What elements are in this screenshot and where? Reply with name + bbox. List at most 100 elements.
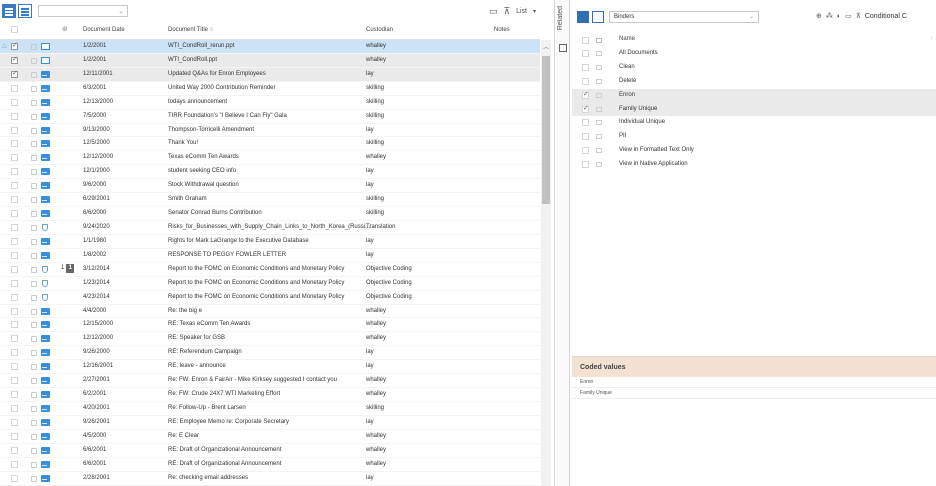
binders-edit-button[interactable]: [592, 11, 604, 23]
list-view-button[interactable]: [2, 4, 16, 18]
row-checkbox[interactable]: [11, 182, 18, 190]
row-checkbox[interactable]: [11, 210, 18, 218]
table-row[interactable]: 2/27/2001 Re: FW: Enron & FairAir - Mike …: [0, 374, 540, 389]
column-notes[interactable]: Notes: [494, 27, 510, 33]
binder-checkbox[interactable]: [582, 77, 589, 85]
row-checkbox[interactable]: [11, 404, 18, 412]
binder-checkbox[interactable]: [582, 63, 589, 71]
list-mode-label[interactable]: List: [516, 8, 527, 15]
row-checkbox[interactable]: [11, 41, 18, 50]
binder-checkbox[interactable]: [582, 161, 589, 169]
table-row[interactable]: 1/23/2014 Report to the FOMC on Economic …: [0, 277, 540, 291]
row-checkbox[interactable]: [11, 154, 18, 162]
related-label[interactable]: Related: [557, 6, 564, 30]
table-row[interactable]: 1/1/1980 Rights for Mark LaGrange to the …: [0, 235, 540, 249]
binder-item[interactable]: Enron: [572, 88, 936, 103]
table-row[interactable]: 6/6/2000 Senator Conrad Burns Contributio…: [0, 207, 540, 221]
binder-checkbox[interactable]: [582, 50, 589, 57]
table-row[interactable]: 2/28/2001 Re: checking email addresses lay: [0, 472, 540, 486]
binders-view-button[interactable]: [577, 11, 589, 23]
table-row[interactable]: 1/2/2001 WTI_CondRoll.ppt whalley: [0, 53, 540, 68]
table-row[interactable]: 9/24/2020 Risks_for_Businesses_with_Suppl…: [0, 221, 540, 235]
binder-item[interactable]: All Documents: [572, 47, 936, 61]
row-checkbox[interactable]: [11, 432, 18, 440]
table-row[interactable]: 6/2/2001 Re: FW: Crude 24X7 WTI Marketing…: [0, 388, 540, 402]
row-checkbox[interactable]: [11, 293, 18, 301]
table-row[interactable]: 1 1 3/12/2014 Report to the FOMC on Economi…: [0, 263, 540, 277]
binder-checkbox[interactable]: [582, 133, 589, 141]
row-checkbox[interactable]: [11, 279, 18, 287]
select-all-checkbox[interactable]: [11, 26, 18, 33]
row-checkbox[interactable]: [11, 335, 18, 343]
binder-item[interactable]: Individual Unique: [572, 116, 936, 130]
row-checkbox[interactable]: [11, 321, 18, 329]
binder-item[interactable]: View in Native Application: [572, 158, 936, 172]
binders-name-header[interactable]: Name: [619, 36, 635, 42]
row-checkbox[interactable]: [11, 251, 18, 259]
table-row[interactable]: 12/13/2000 todays announcement skilling: [0, 96, 540, 110]
column-document-date[interactable]: Document Date: [83, 27, 125, 33]
binders-select-all[interactable]: [582, 37, 589, 44]
expand-icon[interactable]: △: [2, 42, 7, 49]
binder-item[interactable]: PII: [572, 130, 936, 144]
table-row[interactable]: 9/26/2000 RE: Referendum Campaign lay: [0, 346, 540, 361]
row-checkbox[interactable]: [11, 265, 18, 273]
table-row[interactable]: 12/16/2001 RE: leave - announce lay: [0, 360, 540, 375]
row-checkbox[interactable]: [11, 69, 18, 78]
column-document-title[interactable]: Document Title ≡: [168, 27, 213, 33]
table-row[interactable]: 12/12/2000 RE: Speaker for GSB whalley: [0, 332, 540, 347]
code-icon[interactable]: ⁂: [826, 12, 833, 20]
table-row[interactable]: 1/8/2002 RESPONSE TO PEGGY FOWLER LETTER l…: [0, 249, 540, 263]
conditional-icon[interactable]: ◐: [837, 13, 841, 20]
table-row[interactable]: 12/11/2001 Updated Q&As for Enron Employe…: [0, 67, 540, 82]
row-checkbox[interactable]: [11, 126, 18, 134]
row-checkbox[interactable]: [11, 55, 18, 64]
table-row[interactable]: 12/15/2000 RE: Texas eComm Ten Awards whal…: [0, 318, 540, 333]
pin-icon[interactable]: ⊼: [856, 12, 861, 20]
row-checkbox[interactable]: [11, 363, 18, 371]
saved-search-dropdown[interactable]: ⌄: [38, 5, 128, 17]
table-row[interactable]: 9/6/2000 Stock Withdrawal question lay: [0, 179, 540, 194]
table-row[interactable]: 12/1/2000 student seeking CEO info lay: [0, 165, 540, 180]
binder-item[interactable]: Clean: [572, 61, 936, 75]
scrollbar-thumb[interactable]: [542, 56, 550, 204]
row-checkbox[interactable]: [11, 418, 18, 426]
binders-dropdown[interactable]: Binders ⌄: [609, 11, 759, 23]
layout-icon[interactable]: ▭: [845, 12, 852, 20]
binder-item[interactable]: Delete: [572, 75, 936, 89]
row-checkbox[interactable]: [11, 196, 18, 204]
table-row[interactable]: △ 1/2/2001 WTI_CondRoll_rerun.ppt whalley: [0, 40, 540, 54]
table-row[interactable]: 12/5/2000 Thank You! skilling: [0, 137, 540, 152]
add-circle-icon[interactable]: ⊕: [816, 12, 822, 20]
row-checkbox[interactable]: [11, 168, 18, 176]
row-checkbox[interactable]: [11, 474, 18, 482]
binder-item[interactable]: Family Unique: [572, 102, 936, 117]
row-checkbox[interactable]: [11, 237, 18, 245]
row-checkbox[interactable]: [11, 377, 18, 385]
binder-checkbox[interactable]: [582, 147, 589, 155]
row-checkbox[interactable]: [11, 307, 18, 315]
table-row[interactable]: 6/6/2001 RE: Draft of Organizational Anno…: [0, 444, 540, 458]
related-panel-strip[interactable]: Related: [556, 0, 570, 486]
table-row[interactable]: 7/5/2000 TIRR Foundation's "I Believe I C…: [0, 110, 540, 124]
binder-checkbox[interactable]: [582, 119, 589, 127]
table-row[interactable]: 6/29/2001 Smith Graham skilling: [0, 193, 540, 208]
column-custodian[interactable]: Custodian: [366, 27, 393, 33]
table-row[interactable]: 9/13/2000 Thompson-Torricelli Amendment la…: [0, 124, 540, 138]
sort-up-icon[interactable]: ↑: [930, 36, 933, 42]
binder-checkbox[interactable]: [582, 90, 589, 99]
table-row[interactable]: 4/5/2000 Re: E Clear whalley: [0, 430, 540, 444]
binder-item[interactable]: View in Formatted Text Only: [572, 144, 936, 158]
row-checkbox[interactable]: [11, 84, 18, 92]
row-checkbox[interactable]: [11, 223, 18, 231]
related-toggle-icon[interactable]: [559, 44, 567, 52]
vertical-scrollbar[interactable]: ︿: [541, 40, 551, 486]
row-checkbox[interactable]: [11, 349, 18, 357]
table-row[interactable]: 6/3/2001 United Way 2000 Contribution Rem…: [0, 82, 540, 96]
pin-icon[interactable]: ⊼: [503, 6, 510, 17]
table-row[interactable]: 9/26/2001 RE: Employee Memo re: Corporate…: [0, 416, 540, 430]
row-checkbox[interactable]: [11, 446, 18, 454]
caret-down-icon[interactable]: ▾: [533, 8, 536, 15]
detail-view-button[interactable]: [18, 4, 32, 18]
layout-icon[interactable]: ▭: [489, 6, 498, 17]
